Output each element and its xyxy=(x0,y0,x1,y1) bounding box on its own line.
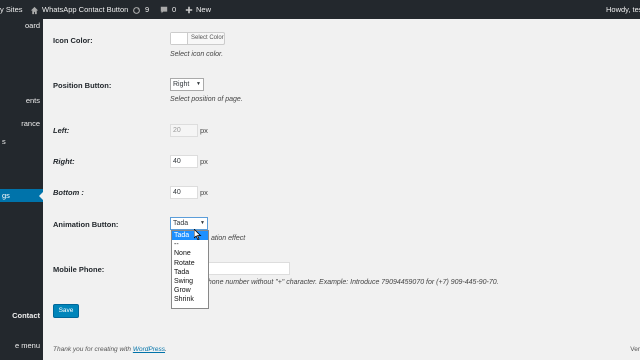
mobile-phone-label: Mobile Phone: xyxy=(53,265,105,274)
animation-description: ation effect xyxy=(211,235,246,242)
updates-icon[interactable] xyxy=(132,0,141,19)
option-rotate[interactable]: Rotate xyxy=(172,259,208,268)
footer-text: Thank you for creating with xyxy=(53,346,132,353)
option-tada[interactable]: Tada xyxy=(172,268,208,277)
bottom-label: Bottom : xyxy=(53,188,84,197)
mobile-phone-description: phone number without "+" character. Exam… xyxy=(204,279,499,286)
comments-count[interactable]: 0 xyxy=(172,0,176,19)
wordpress-link[interactable]: WordPress xyxy=(133,346,165,353)
site-name-link[interactable]: WhatsApp Contact Button xyxy=(42,0,128,19)
animation-select[interactable]: Tada ▼ xyxy=(170,217,208,230)
icon-color-label: Icon Color: xyxy=(53,36,93,45)
plus-icon[interactable] xyxy=(185,0,193,19)
updates-count[interactable]: 9 xyxy=(145,0,149,19)
position-select[interactable]: Right ▼ xyxy=(170,78,204,91)
option-separator[interactable]: -- xyxy=(172,240,208,249)
select-color-label: Select Color xyxy=(191,34,224,41)
sidebar-item-plugins[interactable]: s xyxy=(0,135,43,148)
footer-thanks: Thank you for creating with WordPress. xyxy=(53,346,167,353)
left-input[interactable]: 20 xyxy=(170,124,198,137)
mouse-cursor-icon xyxy=(193,227,202,245)
bottom-input[interactable]: 40 xyxy=(170,186,198,199)
icon-color-description: Select icon color. xyxy=(170,51,224,58)
option-shrink[interactable]: Shrink xyxy=(172,295,208,304)
chevron-down-icon: ▼ xyxy=(196,81,201,87)
sidebar-item-appearance[interactable]: rance xyxy=(0,117,43,130)
position-button-label: Position Button: xyxy=(53,81,112,90)
animation-dropdown-list: Tada -- None Rotate Tada Swing Grow Shri… xyxy=(171,230,209,309)
option-swing[interactable]: Swing xyxy=(172,277,208,286)
new-content-link[interactable]: New xyxy=(196,0,211,19)
position-selected-value: Right xyxy=(173,81,190,88)
sidebar-item-whatsapp-contact[interactable]: Contact xyxy=(0,309,43,322)
home-icon[interactable] xyxy=(30,0,39,19)
left-label: Left: xyxy=(53,126,70,135)
sidebar-item-dashboard[interactable]: oard xyxy=(0,19,43,32)
sidebar-collapse-menu[interactable]: e menu xyxy=(0,339,43,352)
footer-period: . xyxy=(165,346,167,353)
right-input[interactable]: 40 xyxy=(170,155,198,168)
sidebar-item-comments[interactable]: ents xyxy=(0,94,43,107)
admin-bar: y Sites WhatsApp Contact Button 9 0 New … xyxy=(0,0,640,19)
animation-selected-value: Tada xyxy=(173,220,189,227)
admin-sidebar: oard ents rance s gs Contact e menu xyxy=(0,19,43,360)
position-description: Select position of page. xyxy=(170,96,243,103)
bottom-unit: px xyxy=(200,188,208,197)
option-none[interactable]: None xyxy=(172,249,208,258)
color-swatch xyxy=(171,33,188,44)
my-sites-link[interactable]: y Sites xyxy=(0,0,23,19)
select-color-button[interactable]: Select Color xyxy=(170,32,225,45)
right-unit: px xyxy=(200,157,208,166)
save-button[interactable]: Save xyxy=(53,304,79,318)
option-grow[interactable]: Grow xyxy=(172,286,208,295)
mobile-phone-input[interactable] xyxy=(204,262,290,275)
comments-icon[interactable] xyxy=(160,0,168,19)
left-unit: px xyxy=(200,126,208,135)
footer-version: Ver xyxy=(630,346,640,353)
right-label: Right: xyxy=(53,157,75,166)
sidebar-item-settings[interactable]: gs xyxy=(0,189,43,202)
animation-button-label: Animation Button: xyxy=(53,220,119,229)
option-tada-selected[interactable]: Tada xyxy=(172,231,208,241)
howdy-user-link[interactable]: Howdy, test xyxy=(606,0,640,19)
